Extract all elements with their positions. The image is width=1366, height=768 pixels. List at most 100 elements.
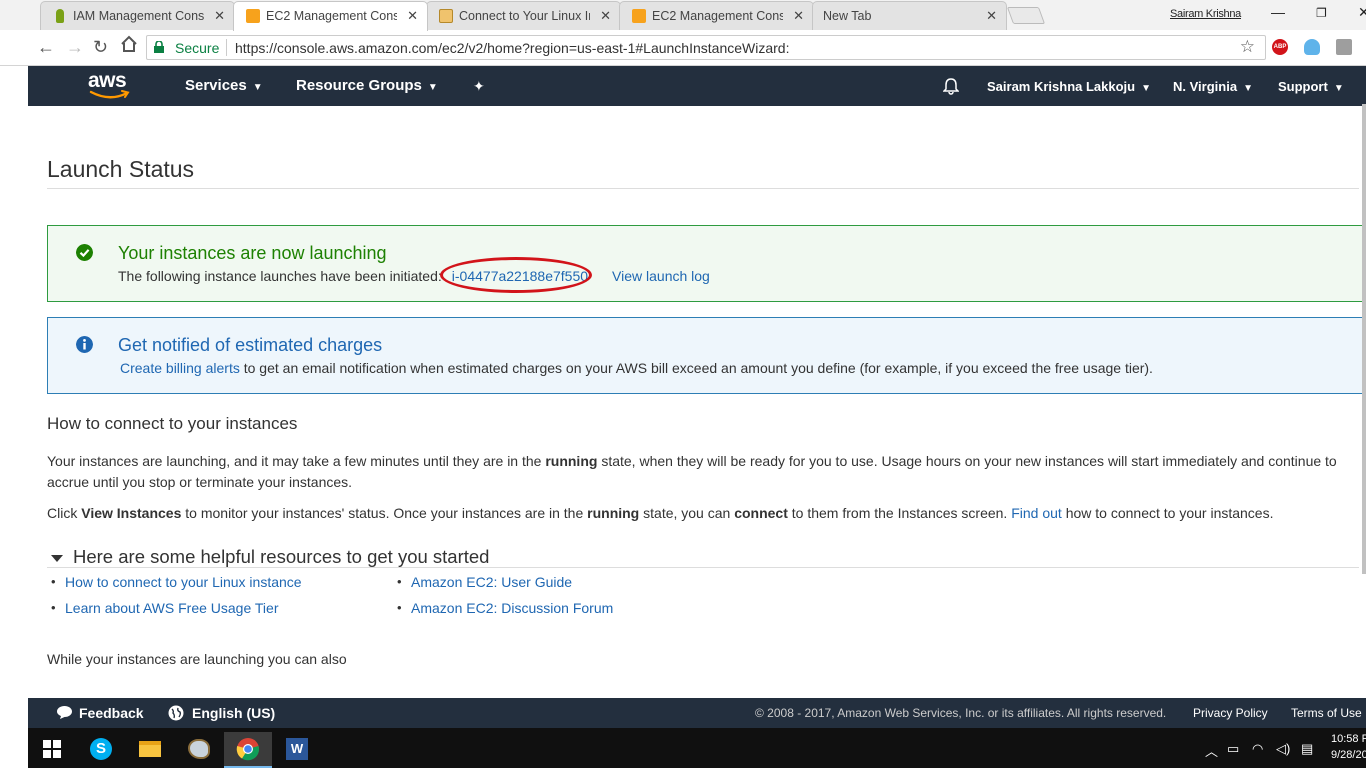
chevron-down-icon: ▼ bbox=[427, 82, 438, 93]
view-launch-log-link[interactable]: View launch log bbox=[612, 268, 710, 284]
browser-tab-strip: IAM Management Conso ✕ EC2 Management Co… bbox=[0, 0, 1366, 31]
url-text[interactable]: https://console.aws.amazon.com/ec2/v2/ho… bbox=[235, 40, 789, 56]
tab-connect-linux[interactable]: Connect to Your Linux In ✕ bbox=[426, 1, 621, 30]
reload-icon[interactable]: ↻ bbox=[93, 37, 108, 58]
clipped-list-item: ▪▪▪▪▪▪ ▪▪▪▪▪▪▪▪▪▪▪▪ ▪▪▪▪▪▪▪▪ ▪▪▪▪▪▪▪▪▪▪▪… bbox=[68, 686, 788, 692]
success-message: The following instance launches have bee… bbox=[118, 257, 710, 293]
doc-favicon-icon bbox=[439, 9, 453, 23]
resources-heading: Here are some helpful resources to get y… bbox=[73, 546, 490, 567]
restore-icon[interactable]: ❐ bbox=[1316, 6, 1327, 20]
chevron-down-icon: ▼ bbox=[1243, 83, 1253, 94]
file-explorer-icon[interactable] bbox=[126, 732, 174, 768]
close-icon[interactable]: ✕ bbox=[986, 8, 997, 24]
region-label: N. Virginia bbox=[1173, 79, 1238, 94]
p1-bold: running bbox=[545, 453, 598, 469]
chrome-icon[interactable] bbox=[224, 732, 272, 768]
speech-bubble-icon bbox=[57, 706, 72, 719]
start-icon[interactable] bbox=[28, 732, 76, 768]
page-scrollbar[interactable] bbox=[1362, 104, 1366, 574]
bookmark-star-icon[interactable]: ☆ bbox=[1240, 37, 1255, 57]
iam-favicon-icon bbox=[56, 9, 64, 23]
discussion-forum-link[interactable]: Amazon EC2: Discussion Forum bbox=[411, 600, 613, 616]
list-item: Amazon EC2: Discussion Forum bbox=[393, 595, 613, 621]
check-circle-icon bbox=[76, 244, 93, 261]
resource-groups-menu[interactable]: Resource Groups ▼ bbox=[296, 77, 438, 94]
tab-new-tab[interactable]: New Tab ✕ bbox=[812, 1, 1007, 30]
language-selector[interactable]: English (US) bbox=[168, 705, 275, 721]
p2-bold: connect bbox=[734, 505, 788, 521]
pin-icon[interactable]: ✦ bbox=[473, 78, 485, 95]
connect-section-title: How to connect to your instances bbox=[47, 414, 298, 433]
create-billing-alerts-link[interactable]: Create billing alerts bbox=[120, 360, 240, 376]
extension-icon[interactable] bbox=[1336, 39, 1352, 55]
privacy-policy-link[interactable]: Privacy Policy bbox=[1193, 706, 1268, 720]
instance-id-link[interactable]: i-04477a22188e7f550 bbox=[452, 268, 588, 284]
list-item: Learn about AWS Free Usage Tier bbox=[47, 595, 302, 621]
ec2-favicon-icon bbox=[632, 9, 646, 23]
p2-text: to monitor your instances' status. Once … bbox=[181, 505, 588, 521]
forward-icon[interactable]: → bbox=[66, 37, 84, 58]
skype-icon[interactable]: S bbox=[77, 732, 125, 768]
billing-message: Create billing alerts to get an email no… bbox=[120, 360, 1153, 376]
tab-ec2-management-active[interactable]: EC2 Management Conso ✕ bbox=[233, 1, 428, 31]
account-menu[interactable]: Sairam Krishna Lakkoju ▼ bbox=[987, 79, 1151, 94]
page-title: Launch Status bbox=[47, 156, 195, 182]
feedback-button[interactable]: Feedback bbox=[56, 705, 144, 721]
feedback-label: Feedback bbox=[79, 705, 144, 721]
resources-toggle[interactable]: Here are some helpful resources to get y… bbox=[51, 546, 489, 568]
paint-icon[interactable] bbox=[175, 732, 223, 768]
word-icon[interactable]: W bbox=[273, 732, 321, 768]
user-guide-link[interactable]: Amazon EC2: User Guide bbox=[411, 574, 572, 590]
secure-label: Secure bbox=[175, 40, 220, 56]
bell-icon[interactable] bbox=[943, 77, 959, 95]
tab-iam-management[interactable]: IAM Management Conso ✕ bbox=[40, 1, 235, 30]
home-icon[interactable] bbox=[120, 35, 138, 58]
new-tab-button[interactable] bbox=[1006, 7, 1046, 24]
find-out-link[interactable]: Find out bbox=[1011, 505, 1062, 521]
terms-of-use-link[interactable]: Terms of Use bbox=[1291, 706, 1362, 720]
chevron-down-icon: ▼ bbox=[252, 82, 263, 93]
clock-date[interactable]: 9/28/20 bbox=[1331, 749, 1366, 761]
volume-icon[interactable]: ◁) bbox=[1276, 741, 1290, 757]
aws-logo[interactable]: aws bbox=[88, 69, 132, 101]
free-tier-link[interactable]: Learn about AWS Free Usage Tier bbox=[65, 600, 278, 616]
support-label: Support bbox=[1278, 79, 1328, 94]
clock-time[interactable]: 10:58 P bbox=[1331, 733, 1366, 745]
abp-icon[interactable]: ABP bbox=[1272, 39, 1288, 55]
windows-taskbar: S W ︿ ▭ ◠ ◁) ▤ 10:58 P 9/28/20 bbox=[28, 728, 1366, 768]
window-close-icon[interactable]: ✕ bbox=[1358, 4, 1366, 21]
linux-connect-link[interactable]: How to connect to your Linux instance bbox=[65, 574, 302, 590]
resources-divider bbox=[47, 567, 1359, 568]
tab-ec2-management[interactable]: EC2 Management Conso ✕ bbox=[619, 1, 814, 30]
success-alert: Your instances are now launching The fol… bbox=[47, 225, 1363, 302]
aws-console-navbar: aws Services ▼ Resource Groups ▼ ✦ Sairam … bbox=[28, 66, 1366, 106]
wifi-icon[interactable]: ◠ bbox=[1252, 741, 1263, 757]
notification-icon[interactable]: ▤ bbox=[1301, 741, 1313, 757]
close-icon[interactable]: ✕ bbox=[214, 8, 225, 24]
battery-icon[interactable]: ▭ bbox=[1227, 741, 1239, 757]
tab-title: Connect to Your Linux In bbox=[459, 9, 590, 23]
region-menu[interactable]: N. Virginia ▼ bbox=[1173, 79, 1253, 94]
url-separator bbox=[226, 39, 227, 56]
p2-text: Click bbox=[47, 505, 82, 521]
back-icon[interactable]: ← bbox=[37, 37, 55, 58]
tab-title: IAM Management Conso bbox=[73, 9, 204, 23]
tab-title: EC2 Management Conso bbox=[266, 9, 397, 23]
success-text: The following instance launches have bee… bbox=[118, 268, 442, 284]
account-name: Sairam Krishna Lakkoju bbox=[987, 79, 1136, 94]
close-icon[interactable]: ✕ bbox=[600, 8, 611, 24]
support-menu[interactable]: Support ▼ bbox=[1278, 79, 1344, 94]
close-icon[interactable]: ✕ bbox=[793, 8, 804, 24]
success-heading: Your instances are now launching bbox=[118, 243, 387, 263]
services-menu[interactable]: Services ▼ bbox=[185, 77, 263, 94]
copyright-text: © 2008 - 2017, Amazon Web Services, Inc.… bbox=[755, 706, 1167, 720]
profile-name[interactable]: Sairam Krishna bbox=[1170, 8, 1241, 20]
cloud-icon[interactable] bbox=[1304, 39, 1320, 55]
minimize-icon[interactable]: — bbox=[1271, 4, 1285, 20]
close-icon[interactable]: ✕ bbox=[407, 8, 418, 24]
caret-down-icon bbox=[51, 554, 63, 562]
url-input[interactable]: Secure https://console.aws.amazon.com/ec… bbox=[146, 35, 1266, 60]
list-item: Amazon EC2: User Guide bbox=[393, 569, 613, 595]
chevron-up-icon[interactable]: ︿ bbox=[1205, 741, 1218, 760]
billing-heading: Get notified of estimated charges bbox=[118, 335, 383, 355]
